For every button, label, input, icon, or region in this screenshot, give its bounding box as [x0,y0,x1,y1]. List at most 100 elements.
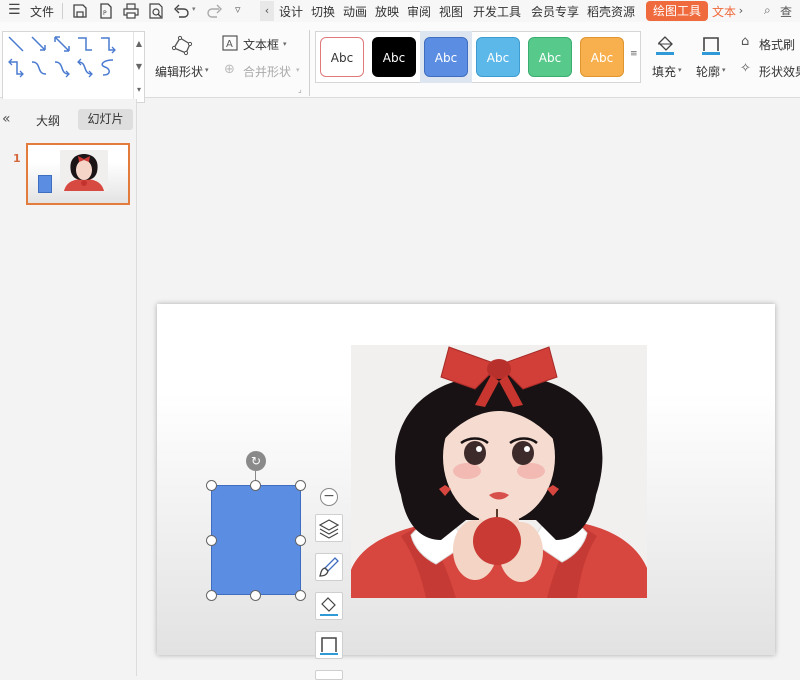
tab-outline[interactable]: 大纲 [36,112,60,129]
collapse-panel-icon[interactable]: « [2,111,11,127]
rotate-handle-icon[interactable]: ↻ [246,451,266,471]
tab-design[interactable]: 设计 [279,3,303,20]
undo-dropdown-icon[interactable]: ▾ [192,5,196,13]
portrait-image[interactable] [351,345,647,598]
tab-slideshow[interactable]: 放映 [375,3,399,20]
customize-toolbar-icon[interactable]: ▿ [235,3,241,16]
tab-view[interactable]: 视图 [439,3,463,20]
file-menu[interactable]: 文件 [30,3,54,20]
tab-text-tools[interactable]: 文本 [712,3,736,20]
layer-button[interactable] [315,514,343,542]
tab-animation[interactable]: 动画 [343,3,367,20]
save-icon[interactable] [71,2,89,20]
print-preview-icon[interactable] [147,2,165,20]
export-pdf-icon[interactable]: P [97,2,115,20]
slides-panel: « 大纲 幻灯片 1 [0,99,137,676]
gallery-scrollbar[interactable]: ▲ ▼ ▾ [133,32,144,102]
outline-dropdown-icon[interactable]: ▾ [722,66,726,74]
elbow-arrow-connector-icon[interactable] [98,34,118,54]
tab-docer[interactable]: 稻壳资源 [587,3,635,20]
slide-thumbnail[interactable] [26,143,130,205]
portrait-illustration [351,345,647,598]
fill-bucket-icon[interactable] [654,33,676,55]
hamburger-menu-icon[interactable]: ☰ [8,2,21,18]
double-arrow-connector-icon[interactable] [52,34,72,54]
outline-button[interactable]: 轮廓 [696,63,720,80]
edit-shape-icon[interactable] [171,34,193,56]
curved-arrow-connector-icon[interactable] [52,58,72,78]
text-box-button[interactable]: 文本框 [243,36,279,53]
resize-handle-left[interactable] [206,535,217,546]
slide-number: 1 [13,152,21,165]
curved-double-arrow-connector-icon[interactable] [75,58,95,78]
fill-bucket-icon [320,597,338,616]
gallery-more-icon[interactable]: ▾ [134,78,144,101]
selected-rectangle-shape[interactable] [211,485,301,595]
tab-transition[interactable]: 切换 [311,3,335,20]
format-painter-icon[interactable]: ⌂ [741,34,749,49]
resize-handle-bottom-right[interactable] [295,590,306,601]
menu-bar: ☰ 文件 P ▾ ▿ ‹ 设计 切换 动画 放映 审阅 视图 开发工具 会员专享… [0,0,800,36]
text-box-dropdown-icon[interactable]: ▾ [283,40,287,48]
more-float-button[interactable] [315,670,343,680]
fill-dropdown-icon[interactable]: ▾ [678,66,682,74]
freeform-curve-icon[interactable] [98,58,118,78]
paintbrush-icon [319,557,339,577]
merge-shape-button: 合并形状 [243,65,292,79]
resize-handle-bottom[interactable] [250,590,261,601]
resize-handle-right[interactable] [295,535,306,546]
style-swatch-blue[interactable]: Abc [424,37,468,77]
tab-drawing-tools[interactable]: 绘图工具 [646,1,708,21]
elbow-connector-icon[interactable] [75,34,95,54]
gallery-up-icon[interactable]: ▲ [134,32,144,55]
resize-handle-top-left[interactable] [206,480,217,491]
search-icon[interactable]: ⌕ [764,3,771,18]
style-swatch-green[interactable]: Abc [528,37,572,77]
merge-shape-dropdown-icon: ▾ [296,66,300,74]
connector-shape-gallery: ▲ ▼ ▾ [2,31,145,103]
gallery-down-icon[interactable]: ▼ [134,55,144,78]
dialog-launcher-icon[interactable]: ⌟ [298,85,302,94]
edit-shape-button[interactable]: 编辑形状 [155,63,203,80]
resize-handle-bottom-left[interactable] [206,590,217,601]
text-box-icon[interactable]: A [221,34,239,52]
style-gallery-more-icon[interactable]: ≡ [630,49,638,59]
divider [309,30,310,96]
shape-effect-button[interactable]: 形状效果 [759,63,800,80]
elbow-double-arrow-connector-icon[interactable] [6,58,26,78]
merge-shape-icon: ⊕ [224,62,235,77]
svg-text:A: A [226,39,233,50]
outline-icon[interactable] [700,33,722,55]
curved-connector-icon[interactable] [29,58,49,78]
tab-member[interactable]: 会员专享 [531,3,579,20]
undo-icon[interactable] [172,2,190,20]
thumbnail-portrait-image [60,150,108,191]
shape-fill-button[interactable] [315,592,343,620]
style-swatch-orange[interactable]: Abc [580,37,624,77]
divider [62,3,63,19]
tab-slides[interactable]: 幻灯片 [78,109,133,130]
print-icon[interactable] [122,2,140,20]
shape-style-button[interactable] [315,553,343,581]
shape-outline-button[interactable] [315,631,343,659]
layers-icon [318,519,340,539]
arrow-connector-icon[interactable] [29,34,49,54]
straight-connector-icon[interactable] [6,34,26,54]
tab-developer[interactable]: 开发工具 [473,3,521,20]
style-swatch-black[interactable]: Abc [372,37,416,77]
redo-icon[interactable] [206,2,224,20]
tab-review[interactable]: 审阅 [407,3,431,20]
thumbnail-rectangle [38,175,52,193]
ribbon: ▲ ▼ ▾ 编辑形状 ▾ A 文本框 ▾ ⊕ 合并形状 ▾ ⌟ Abc Abc … [0,22,800,103]
edit-shape-dropdown-icon[interactable]: ▾ [205,66,209,74]
scroll-tabs-right-icon[interactable]: › [735,1,747,21]
resize-handle-top[interactable] [250,480,261,491]
format-painter-button[interactable]: 格式刷 [759,36,795,53]
style-swatch-outline-red[interactable]: Abc [320,37,364,77]
style-swatch-light-blue[interactable]: Abc [476,37,520,77]
collapse-toolbar-icon[interactable]: − [320,488,338,506]
resize-handle-top-right[interactable] [295,480,306,491]
scroll-tabs-left-icon[interactable]: ‹ [260,1,274,21]
shape-effect-icon[interactable]: ✧ [740,61,751,76]
fill-button[interactable]: 填充 [652,63,676,80]
